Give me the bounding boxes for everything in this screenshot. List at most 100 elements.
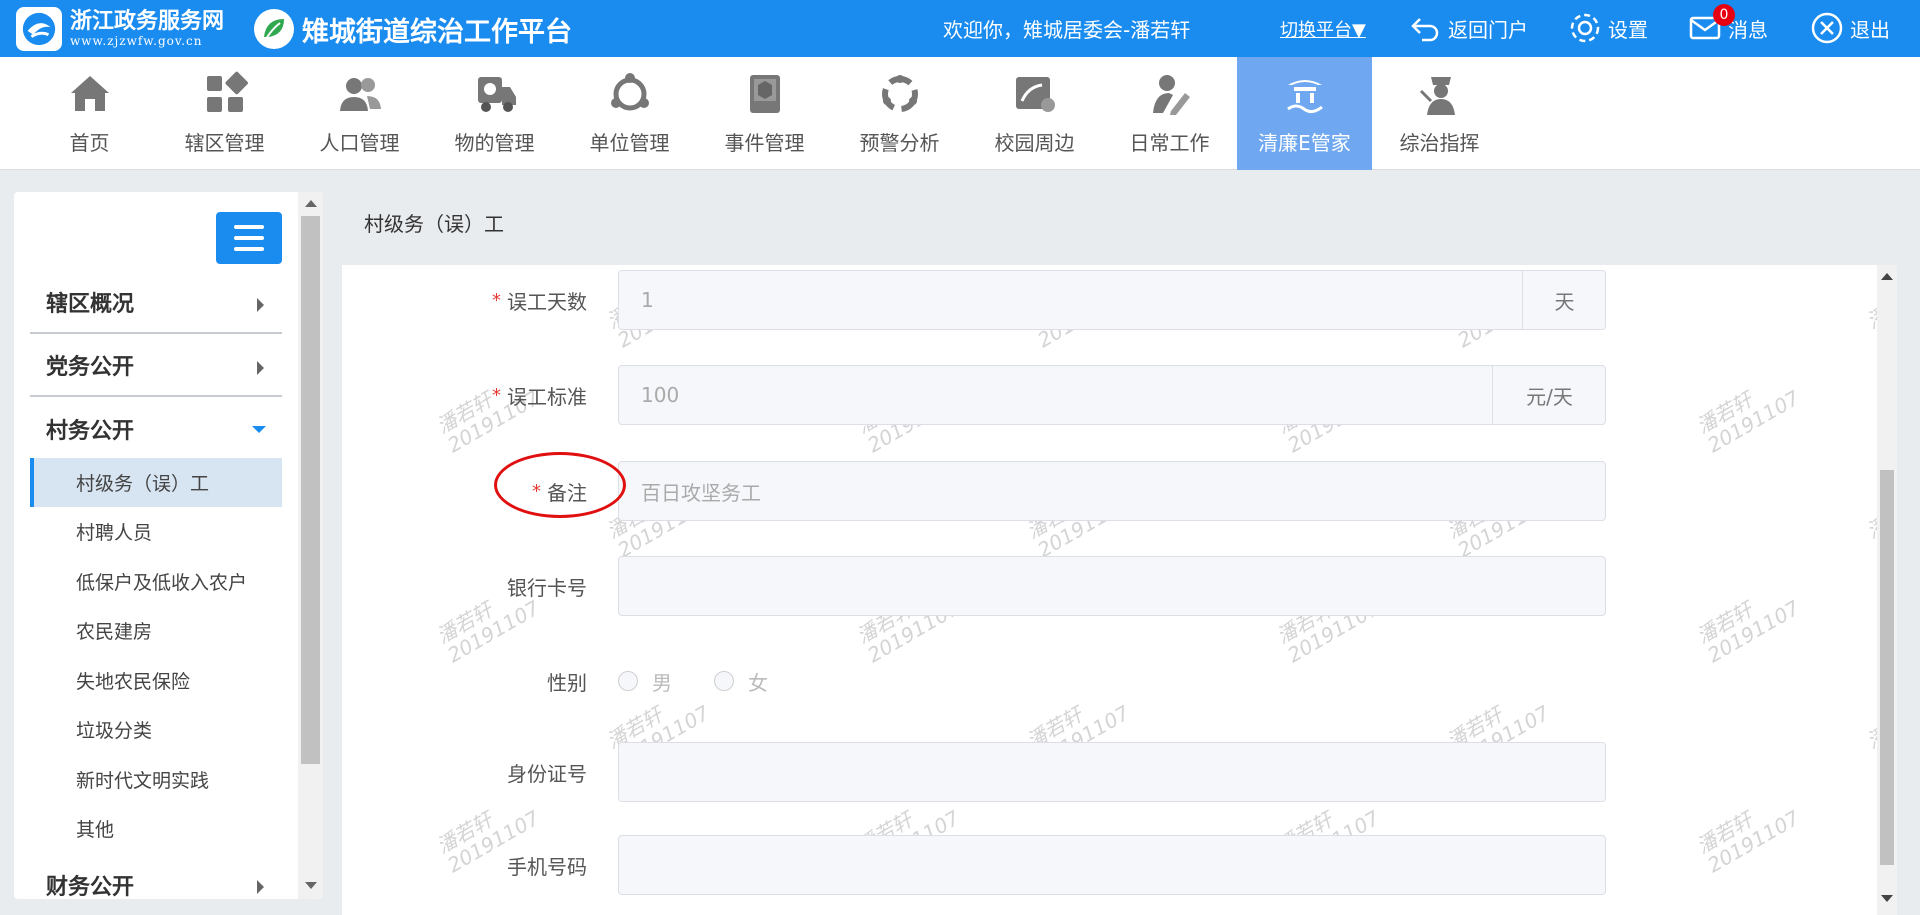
standard-input[interactable]: 100 bbox=[618, 365, 1606, 425]
days-label: * 误工天数 bbox=[492, 289, 587, 314]
nav-label: 清廉E管家 bbox=[1258, 131, 1351, 155]
scroll-up-icon[interactable] bbox=[1881, 273, 1893, 280]
nav-label: 辖区管理 bbox=[184, 131, 265, 155]
nav-item-events[interactable]: 事件管理 bbox=[697, 57, 832, 170]
network-icon bbox=[610, 73, 649, 111]
top-bar: 浙江政务服务网 www.zjzwfw.gov.cn 雉城街道综治工作平台 欢迎你… bbox=[0, 0, 1920, 57]
cycle-icon bbox=[881, 75, 918, 112]
phone-input[interactable] bbox=[618, 835, 1606, 895]
nav-item-campus[interactable]: 校园周边 bbox=[967, 57, 1102, 170]
message-count-badge: 0 bbox=[1713, 4, 1735, 26]
caret-down-icon bbox=[252, 426, 266, 433]
nav-item-units[interactable]: 单位管理 bbox=[562, 57, 697, 170]
section-label: 财务公开 bbox=[46, 875, 135, 899]
id-label: 身份证号 bbox=[507, 761, 587, 786]
zjzwfw-logo-icon bbox=[16, 7, 62, 51]
building-icon bbox=[1286, 80, 1323, 114]
required-mark: * bbox=[492, 289, 501, 311]
bank-card-input[interactable] bbox=[618, 556, 1606, 616]
section-label: 党务公开 bbox=[46, 355, 135, 380]
phone-label: 手机号码 bbox=[507, 854, 587, 879]
form-row-id: 身份证号 bbox=[342, 742, 1642, 802]
return-icon bbox=[1411, 18, 1439, 42]
sidebar-item-village-work[interactable]: 村级务（误）工 bbox=[30, 458, 282, 507]
days-input[interactable]: 1 bbox=[618, 270, 1606, 330]
sidebar-scrollbar[interactable] bbox=[298, 192, 323, 899]
form-row-gender: 性别 男 女 bbox=[342, 651, 1642, 711]
sidebar-item-land-insurance[interactable]: 失地农民保险 bbox=[30, 656, 282, 705]
back-portal-button[interactable]: 返回门户 bbox=[1408, 11, 1528, 45]
sidebar-item-civilization[interactable]: 新时代文明实践 bbox=[30, 755, 282, 804]
caret-right-icon bbox=[257, 880, 264, 894]
watermark: 潘若轩20191107 bbox=[1862, 280, 1877, 353]
scroll-down-icon[interactable] bbox=[1881, 895, 1893, 902]
platform-logo: 雉城街道综治工作平台 bbox=[254, 9, 572, 49]
close-circle-icon bbox=[1811, 12, 1843, 44]
section-label: 辖区概况 bbox=[46, 292, 135, 317]
nav-label: 预警分析 bbox=[859, 131, 940, 155]
standard-suffix: 元/天 bbox=[1492, 365, 1606, 425]
remark-input[interactable]: 百日攻坚务工 bbox=[618, 461, 1606, 521]
user-edit-icon bbox=[1152, 75, 1190, 115]
book-icon bbox=[749, 75, 780, 113]
caret-right-icon bbox=[257, 298, 264, 312]
sidebar-section-village-affairs[interactable]: 村务公开 bbox=[30, 398, 282, 460]
hamburger-icon bbox=[234, 225, 264, 229]
sidebar-item-garbage[interactable]: 垃圾分类 bbox=[30, 705, 282, 754]
switch-platform-link[interactable]: 切换平台▼ bbox=[1280, 16, 1366, 42]
logout-button[interactable]: 退出 bbox=[1810, 11, 1890, 45]
school-icon bbox=[1015, 77, 1055, 112]
nav-label: 综治指挥 bbox=[1399, 131, 1480, 155]
nav-item-home[interactable]: 首页 bbox=[22, 57, 157, 170]
scroll-thumb[interactable] bbox=[301, 216, 320, 764]
sidebar-item-other[interactable]: 其他 bbox=[30, 804, 282, 853]
caret-right-icon bbox=[257, 361, 264, 375]
truck-icon bbox=[477, 77, 516, 112]
section-label: 村务公开 bbox=[46, 419, 135, 444]
sidebar-section-finance[interactable]: 财务公开 bbox=[30, 854, 282, 899]
nav-label: 事件管理 bbox=[724, 131, 805, 155]
sidebar-item-low-income[interactable]: 低保户及低收入农户 bbox=[30, 557, 282, 606]
id-number-input[interactable] bbox=[618, 742, 1606, 802]
nav-item-district[interactable]: 辖区管理 bbox=[157, 57, 292, 170]
nav-item-things[interactable]: 物的管理 bbox=[427, 57, 562, 170]
main-scrollbar[interactable] bbox=[1877, 265, 1897, 915]
nav-label: 日常工作 bbox=[1129, 131, 1210, 155]
menu-toggle-button[interactable] bbox=[216, 212, 282, 264]
days-suffix: 天 bbox=[1522, 270, 1606, 330]
home-icon bbox=[70, 76, 109, 111]
nav-item-population[interactable]: 人口管理 bbox=[292, 57, 427, 170]
police-icon bbox=[1419, 77, 1455, 115]
nav-label: 物的管理 bbox=[454, 131, 535, 155]
gender-label: 性别 bbox=[547, 670, 587, 695]
nav-label: 首页 bbox=[69, 131, 110, 155]
nav-label: 校园周边 bbox=[994, 131, 1075, 155]
sidebar-section-district-overview[interactable]: 辖区概况 bbox=[30, 272, 282, 334]
logo-url: www.zjzwfw.gov.cn bbox=[70, 34, 203, 48]
radio-male[interactable] bbox=[618, 671, 638, 691]
scroll-down-icon[interactable] bbox=[305, 882, 317, 889]
sidebar-item-housing[interactable]: 农民建房 bbox=[30, 606, 282, 655]
nav-item-command[interactable]: 综治指挥 bbox=[1372, 57, 1507, 170]
sidebar-section-party-affairs[interactable]: 党务公开 bbox=[30, 335, 282, 397]
leaf-icon bbox=[254, 9, 294, 49]
zjzwfw-logo[interactable]: 浙江政务服务网 www.zjzwfw.gov.cn bbox=[16, 7, 224, 51]
settings-button[interactable]: 设置 bbox=[1568, 11, 1648, 45]
welcome-text: 欢迎你，雉城居委会-潘若轩 bbox=[943, 18, 1191, 42]
watermark: 潘若轩20191107 bbox=[1692, 595, 1804, 668]
scroll-thumb[interactable] bbox=[1880, 470, 1894, 865]
settings-label: 设置 bbox=[1608, 17, 1648, 42]
radio-female[interactable] bbox=[714, 671, 734, 691]
logo-title: 浙江政务服务网 bbox=[70, 8, 225, 34]
nav-item-warning[interactable]: 预警分析 bbox=[832, 57, 967, 170]
sidebar-item-hired-staff[interactable]: 村聘人员 bbox=[30, 507, 282, 556]
grid-icon bbox=[206, 71, 248, 112]
form-panel: 潘若轩20191107 潘若轩20191107 潘若轩20191107 潘若轩2019… bbox=[342, 265, 1877, 915]
nav-item-daily[interactable]: 日常工作 bbox=[1102, 57, 1237, 170]
scroll-up-icon[interactable] bbox=[305, 200, 317, 207]
gear-icon bbox=[1570, 13, 1600, 43]
breadcrumb: 村级务（误）工 bbox=[364, 212, 504, 236]
nav-item-qinglian[interactable]: 清廉E管家 bbox=[1237, 57, 1372, 170]
sidebar: 辖区概况 党务公开 村务公开 村级务（误）工 村聘人员 低保户及低收入农户 农民… bbox=[14, 192, 323, 899]
logout-label: 退出 bbox=[1850, 17, 1890, 42]
